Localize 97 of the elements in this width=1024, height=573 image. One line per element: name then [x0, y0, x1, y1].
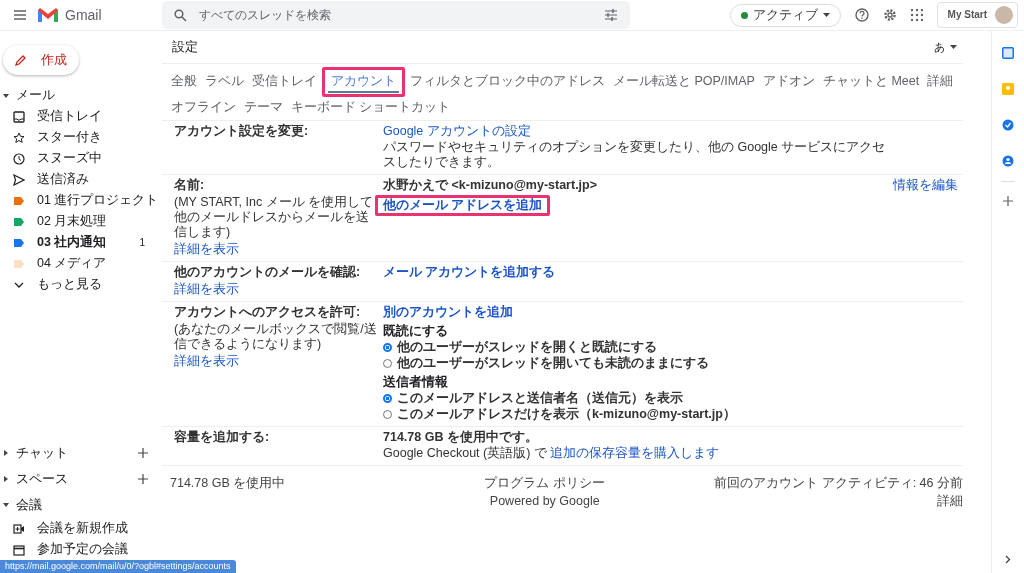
add-icon[interactable]: [138, 448, 148, 458]
setting-text: Google Checkout (英語版) で 追加の保存容量を購入します: [383, 446, 721, 461]
menu-icon[interactable]: [13, 9, 27, 21]
expand-arrow-icon[interactable]: [3, 476, 9, 482]
section-title[interactable]: スペース: [16, 471, 68, 487]
settings-tab[interactable]: メール転送と POP/IMAP: [610, 71, 758, 93]
radio-label[interactable]: このメールアドレスだけを表示（k-mizuno@my-start.jp）: [397, 407, 736, 422]
sidebar-item[interactable]: 01 進行プロジェクト: [0, 190, 162, 211]
expand-arrow-icon[interactable]: [3, 450, 9, 456]
settings-tab[interactable]: オフライン: [168, 97, 239, 119]
radio-label[interactable]: 他のユーザーがスレッドを開くと既読にする: [397, 340, 657, 355]
settings-tab[interactable]: 全般: [168, 71, 200, 93]
status-button[interactable]: アクティブ: [729, 3, 841, 27]
settings-tab[interactable]: アドオン: [759, 71, 818, 93]
storage-usage: 714.78 GB を使用中: [170, 476, 286, 491]
details-link[interactable]: 詳細を表示: [174, 354, 239, 369]
input-tools-button[interactable]: あ: [928, 38, 963, 56]
settings-tab[interactable]: 詳細: [924, 71, 957, 93]
setting-text: パスワードやセキュリティのオプションを変更したり、他の Google サービスにアクセスしたりできます。: [383, 140, 887, 170]
search-icon[interactable]: [174, 8, 187, 22]
sidebar-item[interactable]: スター付き: [0, 127, 162, 148]
settings-tab[interactable]: フィルタとブロック中のアドレス: [407, 71, 608, 93]
compose-button[interactable]: 作成: [3, 45, 79, 75]
filter-sliders-icon[interactable]: [604, 9, 618, 21]
collapse-arrow-icon[interactable]: [3, 502, 9, 508]
action-link[interactable]: Google アカウントの設定: [383, 124, 531, 139]
star-icon: [13, 131, 25, 144]
clock-icon: [13, 152, 25, 165]
sidebar-item[interactable]: 会議を新規作成: [0, 518, 162, 539]
powered-by-text: Powered by Google: [489, 494, 600, 509]
setting-label: アカウントへのアクセスを許可:: [174, 305, 362, 320]
calendar-icon: [13, 543, 25, 556]
activity-details-link[interactable]: 詳細: [937, 494, 963, 509]
details-link[interactable]: 詳細を表示: [174, 282, 239, 297]
option-group-title: 既読にする: [383, 324, 449, 339]
add-icon[interactable]: [138, 474, 148, 484]
settings-tab[interactable]: チャットと Meet: [819, 71, 923, 93]
contacts-app-icon[interactable]: [1002, 155, 1014, 167]
last-activity-text: 前回のアカウント アクティビティ: 46 分前: [714, 476, 963, 491]
search-field[interactable]: すべてのスレッドを検索: [197, 7, 594, 23]
radio-label[interactable]: このメールアドレスと送信者名（送信元）を表示: [397, 391, 683, 406]
radio-button[interactable]: [383, 343, 392, 352]
collapse-arrow-icon[interactable]: [3, 92, 9, 99]
action-link[interactable]: 他のメール アドレスを追加: [383, 198, 543, 212]
caret-icon: [822, 12, 830, 18]
edit-link[interactable]: 情報を編集: [893, 178, 958, 192]
caret-icon: [950, 44, 957, 50]
action-link[interactable]: 別のアカウントを追加: [383, 305, 513, 320]
setting-text: 714.78 GB を使用中です。: [383, 430, 539, 445]
option-group-title: 送信者情報: [383, 375, 449, 390]
video-add-icon: [13, 522, 25, 535]
envelope-logo-icon: [37, 7, 59, 23]
tasks-app-icon[interactable]: [1002, 119, 1014, 131]
details-link[interactable]: 詳細を表示: [174, 242, 239, 257]
action-link[interactable]: メール アカウントを追加する: [383, 265, 556, 280]
send-icon: [13, 173, 25, 186]
sidebar-item[interactable]: 04 メディア: [0, 253, 162, 274]
search-bar[interactable]: すべてのスレッドを検索: [162, 1, 630, 29]
settings-tab[interactable]: テーマ: [241, 97, 286, 119]
calendar-app-icon[interactable]: [1002, 47, 1014, 59]
setting-label: 容量を追加する:: [174, 430, 271, 445]
sidebar-item[interactable]: 参加予定の会議: [0, 539, 162, 560]
page-title: 設定: [172, 39, 198, 55]
purchase-link[interactable]: 追加の保存容量を購入します: [550, 446, 720, 460]
setting-text: 水野かえで <k-mizuno@my-start.jp>: [383, 178, 599, 193]
settings-tab[interactable]: キーボード ショートカット: [288, 97, 454, 119]
sidebar-item[interactable]: 02 月末処理: [0, 211, 162, 232]
sidebar-item[interactable]: スヌーズ中: [0, 148, 162, 169]
setting-label: 他のアカウントのメールを確認:: [174, 265, 362, 280]
setting-description: (あなたのメールボックスで閲覧/送信できるようになります): [174, 322, 378, 352]
help-icon[interactable]: [854, 8, 869, 22]
section-title[interactable]: メール: [16, 88, 55, 103]
section-title[interactable]: 会議: [16, 497, 42, 513]
radio-button[interactable]: [383, 394, 392, 403]
setting-label: アカウント設定を変更:: [174, 124, 310, 139]
sidebar-item[interactable]: もっと見る: [0, 274, 162, 295]
policy-link[interactable]: プログラム ポリシー: [484, 476, 605, 491]
chevron-right-icon[interactable]: [1005, 555, 1011, 564]
pencil-icon: [15, 54, 27, 66]
setting-label: 名前:: [174, 178, 206, 193]
add-icon[interactable]: [1003, 196, 1013, 206]
organization-name: My Start: [947, 9, 987, 21]
settings-tab[interactable]: ラベル: [202, 71, 247, 93]
sidebar-item[interactable]: 受信トレイ: [0, 106, 162, 127]
inbox-icon: [13, 110, 25, 123]
app-name: Gmail: [65, 6, 102, 24]
account-chip[interactable]: My Start: [936, 2, 1018, 28]
radio-label[interactable]: 他のユーザーがスレッドを開いても未読のままにする: [397, 356, 709, 371]
sidebar-item[interactable]: 03 社内通知 1: [0, 232, 162, 253]
section-title[interactable]: チャット: [16, 445, 68, 461]
apps-grid-icon[interactable]: [910, 9, 923, 21]
setting-description: (MY START, Inc メール を使用して他のメールドレスからメールを送信します): [174, 195, 375, 240]
settings-tab[interactable]: アカウント: [328, 71, 399, 93]
sidebar-item[interactable]: 送信済み: [0, 169, 162, 190]
settings-tab[interactable]: 受信トレイ: [249, 71, 320, 93]
settings-icon[interactable]: [882, 8, 897, 22]
status-url: https://mail.google.com/mail/u/0/?ogbl#settings/accounts: [0, 560, 236, 573]
